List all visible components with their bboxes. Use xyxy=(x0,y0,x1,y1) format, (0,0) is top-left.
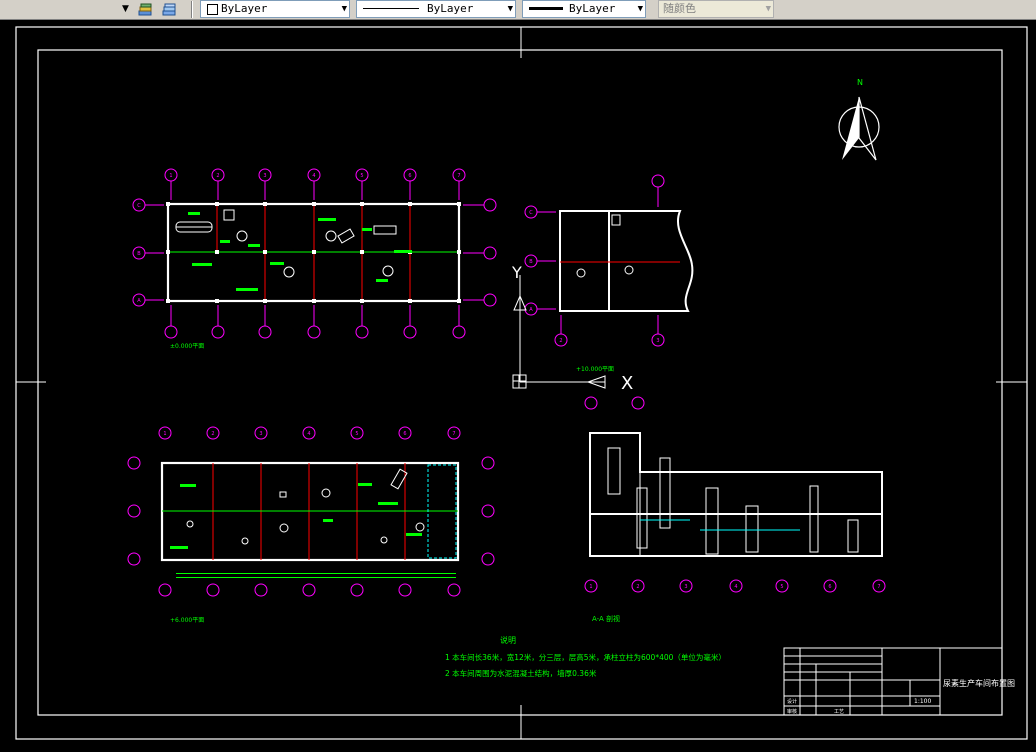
note-line-2: 2 本车间周围为水泥混凝土结构，墙厚0.36米 xyxy=(445,668,597,678)
color-control[interactable]: ByLayer ▼ xyxy=(200,0,350,18)
notes: 说明 1 本车间长36米，宽12米，分三层，层高5米，承柱立柱为600*400（… xyxy=(445,635,726,678)
grid-number-label: 5 xyxy=(780,584,783,590)
chevron-down-icon: ▼ xyxy=(341,4,347,14)
grid-letter-label: C xyxy=(529,210,533,216)
plotstyle-control-value: 随颜色 xyxy=(663,2,696,15)
title-block-scale: 1:100 xyxy=(914,698,931,705)
section-small: C B A 2 3 +10.000平面 xyxy=(524,174,694,373)
grid-number-label: 4 xyxy=(307,431,310,437)
toolbar-separator xyxy=(191,1,193,18)
grid-number-label: 6 xyxy=(403,431,406,437)
grid-number-label: 5 xyxy=(360,173,363,179)
color-swatch-icon xyxy=(207,4,218,15)
center-marks xyxy=(16,27,1027,739)
grid-letter-label: B xyxy=(529,259,533,265)
grid-number-label: 5 xyxy=(355,431,358,437)
notes-title: 说明 xyxy=(500,635,516,645)
chevron-down-icon: ▼ xyxy=(765,4,771,14)
chevron-down-icon: ▼ xyxy=(507,4,513,14)
section-label: A-A 剖视 xyxy=(592,614,620,623)
grid-number-label: 7 xyxy=(452,431,455,437)
chevron-down-icon: ▼ xyxy=(637,4,643,14)
ucs-y-label: Y xyxy=(511,263,522,282)
bottom-plan: 1 2 3 4 5 6 7 +6.000平面 xyxy=(127,426,495,624)
north-label: N xyxy=(857,78,863,87)
linetype-control[interactable]: ByLayer ▼ xyxy=(356,0,516,18)
grid-letter-label: B xyxy=(137,251,141,257)
top-plan: 1 2 3 4 5 6 7 C B A ±0.000平面 xyxy=(132,168,497,350)
note-line-1: 1 本车间长36米，宽12米，分三层，层高5米，承柱立柱为600*400（单位为… xyxy=(445,652,726,662)
grid-letter-label: C xyxy=(137,203,141,209)
properties-toolbar: ▼ ByLayer ▼ ByLayer ▼ ByLayer ▼ 随颜色 ▼ xyxy=(0,0,1036,20)
grid-number-label: 3 xyxy=(263,173,266,179)
grid-number-label: 2 xyxy=(211,431,214,437)
grid-number-label: 2 xyxy=(636,584,639,590)
title-block-drawing-title: 尿素生产车间布置图 xyxy=(943,678,1015,688)
sheet-border xyxy=(15,26,1028,740)
bottom-plan-label: +6.000平面 xyxy=(170,617,204,624)
grid-number-label: 1 xyxy=(169,173,172,179)
lineweight-preview-icon xyxy=(529,7,563,10)
linetype-preview-icon xyxy=(363,8,419,9)
grid-number-label: 7 xyxy=(457,173,460,179)
section-small-label: +10.000平面 xyxy=(576,366,614,373)
grid-number-label: 1 xyxy=(589,584,592,590)
grid-number-label: 6 xyxy=(408,173,411,179)
grid-number-label: 3 xyxy=(656,338,659,344)
ucs-x-label: X xyxy=(621,373,633,394)
layer-states-icon[interactable] xyxy=(138,2,153,16)
top-plan-label: ±0.000平面 xyxy=(170,343,204,350)
layer-previous-icon[interactable] xyxy=(162,2,177,16)
top-plan-equipment xyxy=(175,209,397,278)
grid-number-label: 1 xyxy=(163,431,166,437)
linetype-control-value: ByLayer xyxy=(427,2,474,15)
layer-dropdown-arrow[interactable]: ▼ xyxy=(122,2,129,16)
grid-number-label: 3 xyxy=(684,584,687,590)
lineweight-control-value: ByLayer xyxy=(569,2,616,15)
aa-section: 1 2 3 4 5 6 7 A-A 剖视 xyxy=(584,396,886,623)
grid-number-label: 3 xyxy=(259,431,262,437)
title-block-row: 设计 xyxy=(787,698,797,705)
grid-number-label: 4 xyxy=(734,584,737,590)
grid-number-label: 2 xyxy=(559,338,562,344)
lineweight-control[interactable]: ByLayer ▼ xyxy=(522,0,646,18)
title-block-row: 工艺 xyxy=(834,709,844,715)
grid-number-label: 7 xyxy=(877,584,880,590)
north-arrow: N xyxy=(838,78,880,161)
grid-letter-label: A xyxy=(137,298,141,304)
grid-number-label: 6 xyxy=(828,584,831,590)
title-block-row: 审核 xyxy=(787,708,797,715)
drawing-canvas[interactable]: N 1 2 3 4 5 6 7 C B A ±0.000平面 C B A 2 3… xyxy=(0,20,1036,748)
grid-number-label: 2 xyxy=(216,173,219,179)
plotstyle-control: 随颜色 ▼ xyxy=(658,0,774,18)
grid-letter-label: A xyxy=(529,307,533,313)
grid-number-label: 4 xyxy=(312,173,315,179)
color-control-value: ByLayer xyxy=(221,2,268,15)
